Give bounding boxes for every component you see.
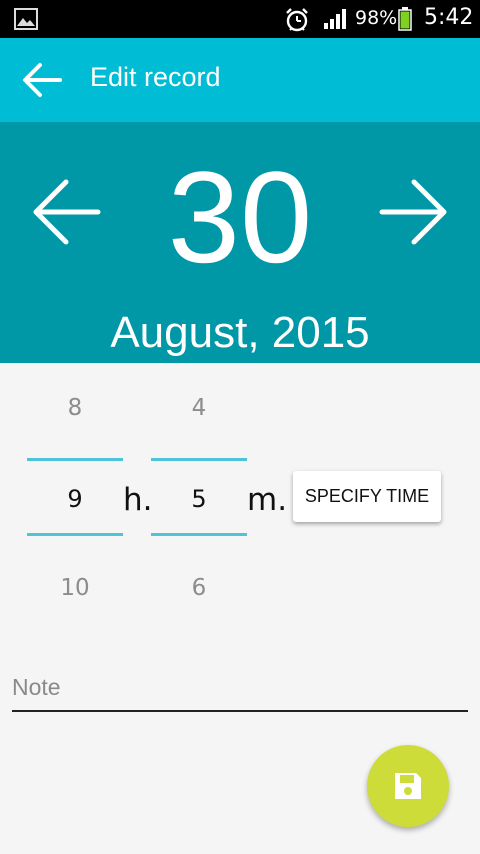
gallery-icon [14, 8, 38, 30]
app-bar: Edit record [0, 38, 480, 122]
minute-next-value[interactable]: 6 [151, 575, 247, 601]
page-title: Edit record [90, 62, 221, 92]
minute-divider-top [151, 458, 247, 461]
arrow-right-icon[interactable] [374, 172, 450, 252]
status-clock: 5:42 [424, 5, 474, 30]
alarm-icon [286, 8, 308, 32]
month-year-label: August, 2015 [110, 308, 370, 357]
save-button[interactable] [367, 745, 449, 827]
hour-unit-label: h. [123, 482, 153, 518]
hour-next-value[interactable]: 10 [27, 575, 123, 601]
hour-divider-bottom [27, 533, 123, 536]
specify-time-button[interactable]: SPECIFY TIME [293, 471, 441, 522]
hour-previous-value[interactable]: 8 [27, 395, 123, 421]
minute-previous-value[interactable]: 4 [151, 395, 247, 421]
battery-icon [398, 7, 412, 31]
status-bar: 98% 5:42 [0, 0, 480, 38]
note-input[interactable]: Note [12, 668, 468, 712]
hour-divider-top [27, 458, 123, 461]
minute-divider-bottom [151, 533, 247, 536]
arrow-back-icon[interactable] [18, 60, 66, 100]
signal-icon [324, 9, 346, 29]
minute-selected-value[interactable]: 5 [151, 485, 247, 513]
note-placeholder: Note [12, 674, 61, 700]
minute-unit-label: m. [247, 482, 288, 518]
hour-selected-value[interactable]: 9 [27, 485, 123, 513]
battery-percentage: 98% [355, 7, 398, 29]
save-icon [395, 773, 421, 799]
